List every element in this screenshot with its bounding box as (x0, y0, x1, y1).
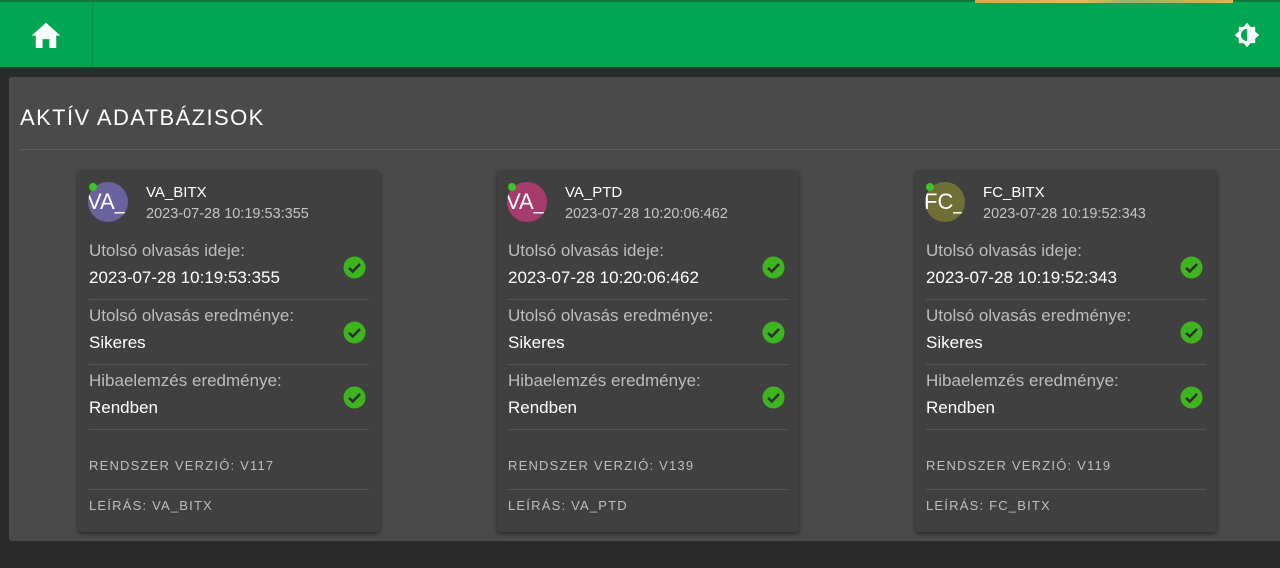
check-circle-icon (1180, 256, 1203, 279)
check-circle-icon (762, 321, 785, 344)
meta-divider (508, 489, 788, 490)
last-read-result-row: Utolsó olvasás eredménye: Sikeres (926, 300, 1206, 365)
check-circle-icon (762, 256, 785, 279)
last-read-result-label: Utolsó olvasás eredménye: (508, 306, 714, 325)
database-timestamp: 2023-07-28 10:19:53:355 (146, 206, 309, 222)
check-circle-icon (343, 386, 366, 409)
check-circle-icon (1180, 386, 1203, 409)
last-read-time-label: Utolsó olvasás ideje: (89, 241, 245, 260)
brightness-icon (1234, 22, 1260, 48)
database-card: VA_BITX VA_BITX 2023-07-28 10:19:53:355 … (78, 170, 380, 532)
last-read-time-value: 2023-07-28 10:19:52:343 (926, 268, 1117, 287)
description: LEÍRÁS: VA_BITX (89, 498, 213, 513)
error-analysis-row: Hibaelemzés eredménye: Rendben (89, 365, 369, 430)
system-version: RENDSZER VERZIÓ: V139 (508, 458, 695, 473)
row-divider (926, 429, 1206, 430)
last-read-time-label: Utolsó olvasás ideje: (926, 241, 1082, 260)
system-version: RENDSZER VERZIÓ: V117 (89, 458, 275, 473)
database-card: VA_PTD VA_PTD 2023-07-28 10:20:06:462 Ut… (497, 170, 799, 532)
header-decoration (975, 0, 1233, 3)
online-status-dot (89, 183, 97, 191)
last-read-time-label: Utolsó olvasás ideje: (508, 241, 664, 260)
error-analysis-row: Hibaelemzés eredménye: Rendben (926, 365, 1206, 430)
online-status-dot (508, 183, 516, 191)
database-name: VA_PTD (565, 184, 623, 201)
last-read-result-value: Sikeres (926, 333, 983, 352)
error-analysis-value: Rendben (926, 398, 996, 417)
avatar-text: VA_PTD (507, 189, 547, 214)
error-analysis-label: Hibaelemzés eredménye: (89, 371, 282, 390)
avatar-text: FC_BITX (925, 189, 965, 214)
database-name: VA_BITX (146, 184, 207, 201)
home-icon (31, 22, 61, 48)
last-read-time-row: Utolsó olvasás ideje: 2023-07-28 10:20:0… (508, 235, 788, 300)
check-circle-icon (1180, 321, 1203, 344)
last-read-time-row: Utolsó olvasás ideje: 2023-07-28 10:19:5… (89, 235, 369, 300)
system-version: RENDSZER VERZIÓ: V119 (926, 458, 1112, 473)
database-name: FC_BITX (983, 184, 1045, 201)
last-read-result-value: Sikeres (89, 333, 146, 352)
check-circle-icon (343, 256, 366, 279)
card-header: VA_PTD VA_PTD 2023-07-28 10:20:06:462 (507, 182, 787, 226)
card-header: FC_BITX FC_BITX 2023-07-28 10:19:52:343 (925, 182, 1205, 226)
error-analysis-value: Rendben (89, 398, 159, 417)
check-circle-icon (762, 386, 785, 409)
card-header: VA_BITX VA_BITX 2023-07-28 10:19:53:355 (88, 182, 368, 226)
last-read-result-row: Utolsó olvasás eredménye: Sikeres (508, 300, 788, 365)
description: LEÍRÁS: VA_PTD (508, 498, 628, 513)
row-divider (508, 429, 788, 430)
last-read-result-label: Utolsó olvasás eredménye: (89, 306, 295, 325)
last-read-time-value: 2023-07-28 10:19:53:355 (89, 268, 280, 287)
active-databases-panel: AKTÍV ADATBÁZISOK VA_BITX VA_BITX 2023-0… (9, 77, 1280, 541)
database-timestamp: 2023-07-28 10:20:06:462 (565, 206, 728, 222)
description: LEÍRÁS: FC_BITX (926, 498, 1051, 513)
last-read-result-row: Utolsó olvasás eredménye: Sikeres (89, 300, 369, 365)
last-read-result-label: Utolsó olvasás eredménye: (926, 306, 1132, 325)
title-divider (20, 149, 1280, 150)
error-analysis-label: Hibaelemzés eredménye: (926, 371, 1119, 390)
database-card: FC_BITX FC_BITX 2023-07-28 10:19:52:343 … (915, 170, 1217, 532)
check-circle-icon (343, 321, 366, 344)
avatar-text: VA_BITX (88, 189, 128, 214)
meta-divider (926, 489, 1206, 490)
database-timestamp: 2023-07-28 10:19:52:343 (983, 206, 1146, 222)
top-app-bar (0, 0, 1280, 67)
meta-divider (89, 489, 369, 490)
online-status-dot (926, 183, 934, 191)
last-read-time-value: 2023-07-28 10:20:06:462 (508, 268, 699, 287)
error-analysis-label: Hibaelemzés eredménye: (508, 371, 701, 390)
error-analysis-value: Rendben (508, 398, 578, 417)
theme-toggle-button[interactable] (1232, 20, 1262, 50)
row-divider (89, 429, 369, 430)
page-title: AKTÍV ADATBÁZISOK (20, 105, 265, 130)
last-read-time-row: Utolsó olvasás ideje: 2023-07-28 10:19:5… (926, 235, 1206, 300)
error-analysis-row: Hibaelemzés eredménye: Rendben (508, 365, 788, 430)
home-button[interactable] (0, 2, 93, 67)
last-read-result-value: Sikeres (508, 333, 565, 352)
